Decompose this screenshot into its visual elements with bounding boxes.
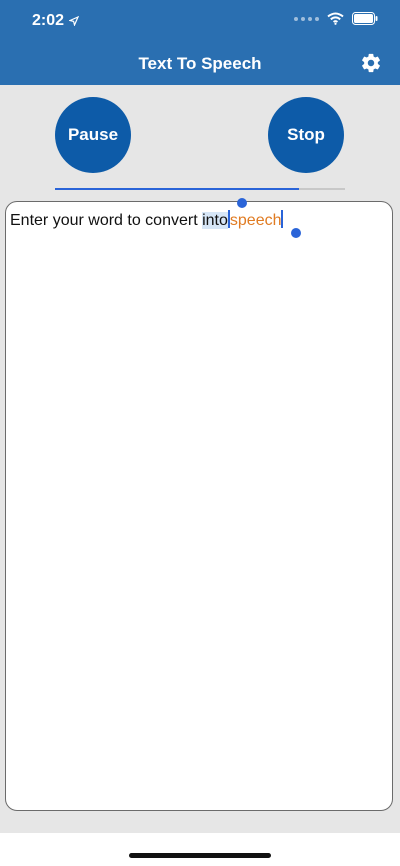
page-title: Text To Speech xyxy=(138,54,262,73)
selection-start-handle[interactable] xyxy=(237,198,247,208)
battery-icon xyxy=(352,12,378,25)
controls-panel: Pause Stop Enter your word to convert in… xyxy=(0,85,400,833)
speech-progress-fill xyxy=(55,188,299,190)
pause-button[interactable]: Pause xyxy=(55,97,131,173)
speech-progress-bar xyxy=(55,188,345,190)
selection-end-cursor xyxy=(281,210,284,228)
gear-icon[interactable] xyxy=(360,52,382,74)
selected-text: into xyxy=(202,212,228,229)
wifi-icon xyxy=(327,12,344,25)
text-input-area[interactable]: Enter your word to convert into speech xyxy=(5,198,393,811)
text-before: Enter your word to convert xyxy=(10,212,203,229)
spoken-word: speech xyxy=(229,212,282,229)
status-time-text: 2:02 xyxy=(32,12,65,29)
text-content[interactable]: Enter your word to convert into speech xyxy=(10,210,284,230)
home-indicator[interactable] xyxy=(129,853,271,858)
status-bar-right xyxy=(294,12,378,25)
status-bar-time: 2:02 xyxy=(32,12,80,30)
signal-dots-icon xyxy=(294,16,319,21)
selection-end-handle[interactable] xyxy=(291,228,301,238)
app-header: 2:02 Text To Speech xyxy=(0,0,400,85)
location-arrow-icon xyxy=(69,16,80,26)
stop-button[interactable]: Stop xyxy=(268,97,344,173)
